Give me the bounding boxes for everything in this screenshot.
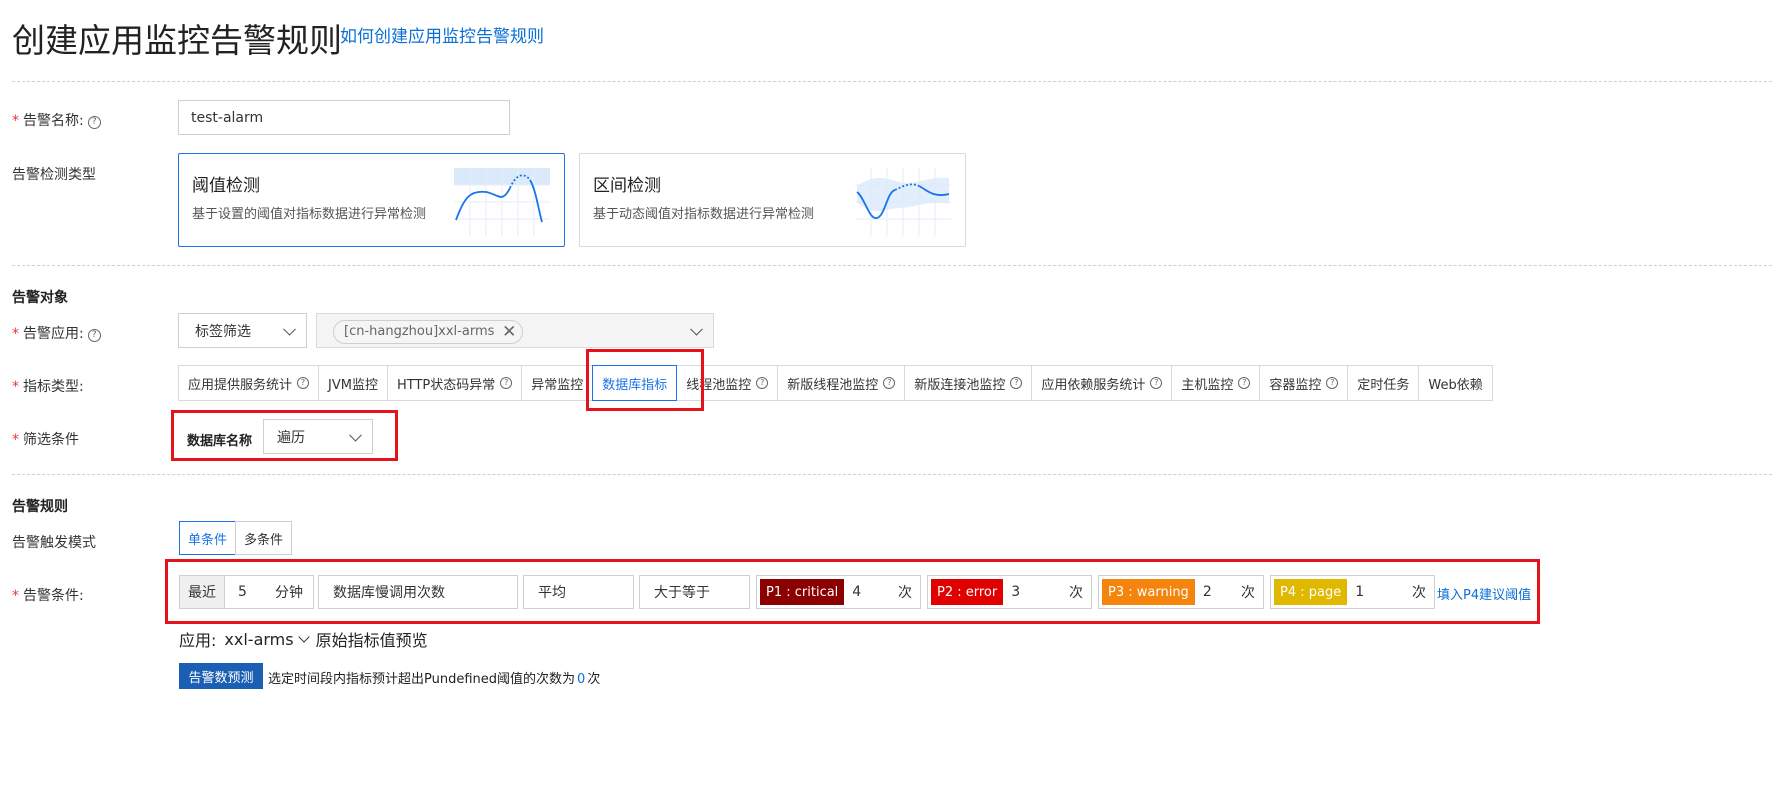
section-title-rules: 告警规则 <box>12 499 68 515</box>
page-title: 创建应用监控告警规则 <box>12 21 342 60</box>
tab-host[interactable]: 主机监控? <box>1171 365 1261 401</box>
tab-http-status[interactable]: HTTP状态码异常? <box>386 365 523 401</box>
preview-app-select[interactable]: xxl-arms <box>224 630 293 649</box>
alarm-app-label: * 告警应用:? <box>12 323 101 343</box>
detect-type-threshold-card[interactable]: 阈值检测 基于设置的阈值对指标数据进行异常检测 <box>178 153 565 247</box>
chevron-down-icon <box>283 322 296 336</box>
detect-type-range-card[interactable]: 区间检测 基于动态阈值对指标数据进行异常检测 <box>579 153 966 247</box>
tab-app-service-stats[interactable]: 应用提供服务统计? <box>178 365 320 401</box>
preview-app-label: 应用: <box>179 631 217 650</box>
tab-new-connection-pool[interactable]: 新版连接池监控? <box>904 365 1033 401</box>
alarm-condition-label: * 告警条件: <box>12 588 84 604</box>
chevron-down-icon[interactable] <box>297 631 310 643</box>
tab-new-thread-pool[interactable]: 新版线程池监控? <box>777 365 906 401</box>
help-icon[interactable]: ? <box>1238 377 1251 389</box>
chevron-down-icon <box>690 322 703 336</box>
help-icon[interactable]: ? <box>1010 377 1023 389</box>
close-icon[interactable]: ✕ <box>502 321 516 343</box>
tab-scheduled-task[interactable]: 定时任务 <box>1347 365 1420 401</box>
help-icon[interactable]: ? <box>1326 377 1339 389</box>
help-icon[interactable]: ? <box>297 377 310 389</box>
help-icon[interactable]: ? <box>87 329 101 342</box>
highlight-box-condition <box>165 559 1540 624</box>
app-tag-select[interactable]: [cn-hangzhou]xxl-arms ✕ <box>316 313 714 348</box>
tab-jvm[interactable]: JVM监控 <box>318 365 388 401</box>
help-icon[interactable]: ? <box>883 377 896 389</box>
app-filter-mode-select[interactable]: 标签筛选 <box>178 313 307 348</box>
alarm-name-input[interactable]: test-alarm <box>178 100 510 135</box>
trigger-mode-multi[interactable]: 多条件 <box>235 521 293 555</box>
divider <box>12 265 1772 266</box>
alarm-name-label: * 告警名称:? <box>12 110 101 130</box>
tab-app-dependency-stats[interactable]: 应用依赖服务统计? <box>1031 365 1173 401</box>
forecast-text: 选定时间段内指标预计超出Pundefined阈值的次数为 0 次 <box>268 672 601 687</box>
section-title-target: 告警对象 <box>12 290 68 306</box>
help-icon[interactable]: ? <box>756 377 769 389</box>
trigger-mode-single[interactable]: 单条件 <box>179 521 237 555</box>
metric-type-label: * 指标类型: <box>12 379 84 395</box>
highlight-box-filter <box>171 410 398 461</box>
app-tag: [cn-hangzhou]xxl-arms ✕ <box>333 320 524 344</box>
forecast-button[interactable]: 告警数预测 <box>179 663 263 689</box>
range-chart-icon <box>855 168 951 236</box>
divider <box>12 474 1772 475</box>
trigger-mode-toggle: 单条件 多条件 <box>179 521 293 555</box>
help-icon[interactable]: ? <box>1150 377 1163 389</box>
metric-type-tabs: 应用提供服务统计? JVM监控 HTTP状态码异常? 异常监控 数据库指标 线程… <box>178 365 1493 401</box>
tab-exception[interactable]: 异常监控 <box>521 365 594 401</box>
tab-container[interactable]: 容器监控? <box>1259 365 1349 401</box>
preview-row: 应用: xxl-arms 原始指标值预览 <box>179 627 428 651</box>
help-icon[interactable]: ? <box>500 377 513 389</box>
tab-web-dependency[interactable]: Web依赖 <box>1418 365 1493 401</box>
tab-database[interactable]: 数据库指标 <box>592 365 678 401</box>
detect-type-label: 告警检测类型 <box>12 167 96 183</box>
help-icon[interactable]: ? <box>87 116 101 129</box>
help-link[interactable]: 如何创建应用监控告警规则 <box>340 22 544 47</box>
trigger-mode-label: 告警触发模式 <box>12 535 96 551</box>
filter-label: * 筛选条件 <box>12 432 79 448</box>
divider <box>12 81 1772 82</box>
preview-raw-metric-label: 原始指标值预览 <box>315 631 428 650</box>
threshold-chart-icon <box>454 168 550 236</box>
